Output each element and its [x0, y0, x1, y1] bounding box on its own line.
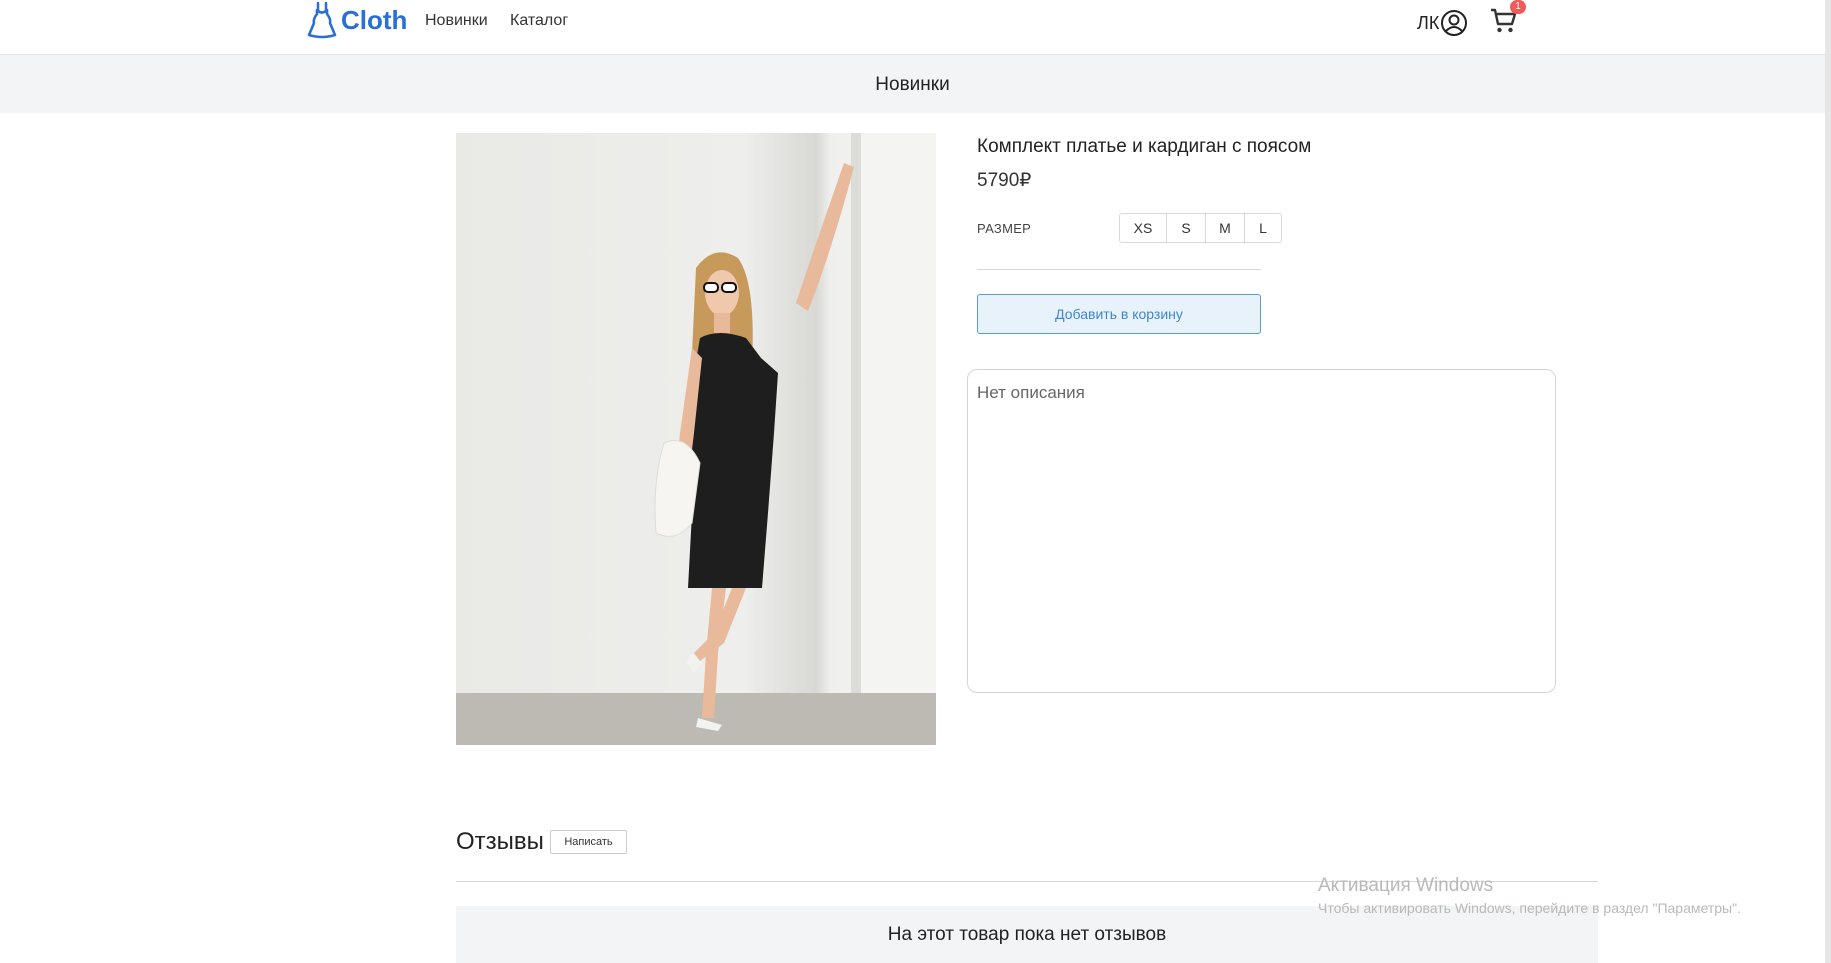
- section-title: Новинки: [875, 74, 950, 95]
- product-description-box: Нет описания: [967, 369, 1556, 693]
- windows-activation-title: Активация Windows: [1318, 875, 1494, 896]
- product-photo[interactable]: [456, 133, 936, 745]
- section-banner: Новинки: [0, 55, 1831, 113]
- size-selector: XS S M L: [1119, 213, 1282, 243]
- user-circle-icon: [1441, 10, 1468, 36]
- size-option-s[interactable]: S: [1166, 213, 1206, 243]
- dress-icon: [307, 1, 337, 39]
- size-option-l[interactable]: L: [1244, 213, 1282, 243]
- product-title: Комплект платье и кардиган с поясом: [977, 136, 1312, 157]
- page-scrollbar[interactable]: [1825, 0, 1831, 963]
- write-review-button[interactable]: Написать: [550, 830, 627, 854]
- model-illustration: [456, 133, 936, 745]
- product-price: 5790₽: [977, 170, 1032, 191]
- brand-name: Cloth: [341, 4, 408, 35]
- nav-link-new[interactable]: Новинки: [425, 12, 488, 30]
- account-label: ЛК: [1417, 12, 1440, 33]
- cart-count-badge: 1: [1510, 0, 1526, 14]
- windows-activation-subtitle: Чтобы активировать Windows, перейдите в …: [1318, 900, 1741, 916]
- add-to-cart-button[interactable]: Добавить в корзину: [977, 294, 1261, 334]
- empty-reviews-text: На этот товар пока нет отзывов: [887, 924, 1167, 945]
- size-option-m[interactable]: M: [1205, 213, 1245, 243]
- brand-logo[interactable]: Cloth: [307, 0, 407, 40]
- product-description: Нет описания: [977, 383, 1085, 402]
- divider: [977, 269, 1261, 270]
- top-navbar: Cloth Новинки Каталог ЛК 1: [0, 0, 1831, 55]
- account-link[interactable]: ЛК: [1417, 9, 1468, 37]
- size-option-xs[interactable]: XS: [1119, 213, 1167, 243]
- reviews-heading: Отзывы: [456, 828, 544, 855]
- nav-link-catalog[interactable]: Каталог: [510, 12, 568, 30]
- size-label: РАЗМЕР: [977, 221, 1032, 236]
